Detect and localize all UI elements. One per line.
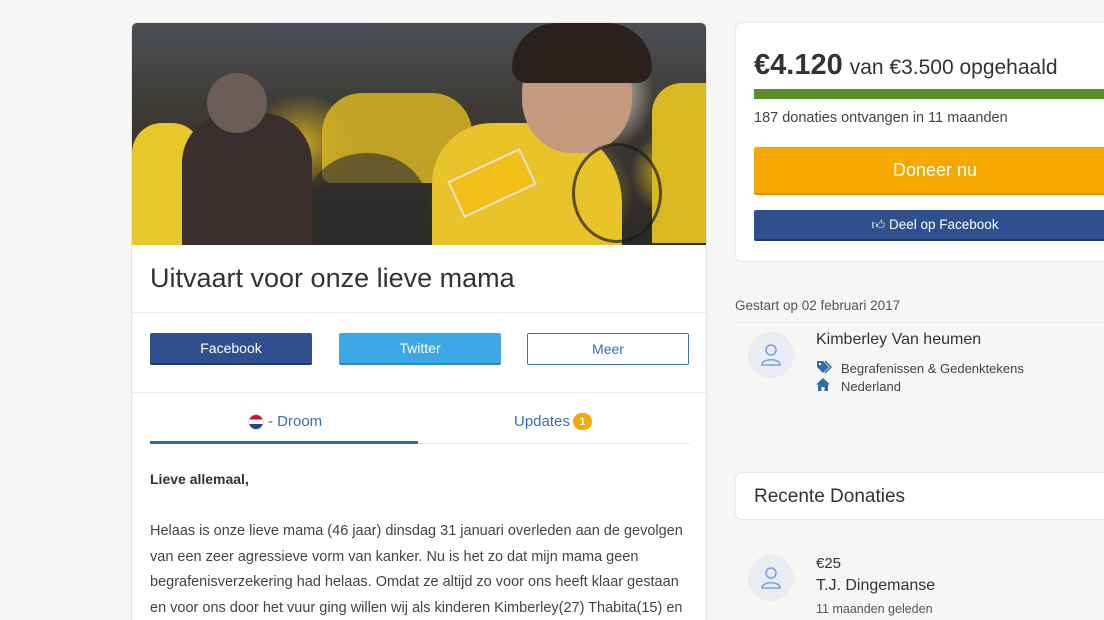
share-twitter-button[interactable]: Twitter: [339, 333, 501, 365]
story-body: Helaas is onze lieve mama (46 jaar) dins…: [150, 523, 683, 616]
category-label: Begrafenissen & Gedenktekens: [841, 361, 1024, 376]
donor-avatar: [748, 555, 794, 601]
campaign-photo: [132, 23, 706, 245]
divider: [132, 392, 706, 393]
tab-updates-label: Updates: [514, 413, 570, 430]
share-facebook-button[interactable]: Facebook: [150, 333, 312, 365]
donation-count: 187 donaties ontvangen in 11 maanden: [754, 110, 1008, 126]
facebook-share-button[interactable]: 👍︎ Deel op Facebook: [754, 210, 1104, 241]
user-icon: [761, 344, 781, 366]
recent-donations-card: Recente Donaties: [735, 472, 1104, 520]
story-heading: Lieve allemaal,: [150, 471, 249, 487]
raised-goal: van €3.500 opgehaald: [849, 56, 1058, 79]
user-icon: [761, 567, 781, 589]
campaign-title: Uitvaart voor onze lieve mama: [150, 263, 515, 293]
donate-button[interactable]: Doneer nu: [754, 147, 1104, 195]
divider: [132, 312, 706, 313]
thumbs-up-icon: 👍︎: [871, 216, 885, 232]
divider: [735, 322, 1104, 323]
organizer-category[interactable]: Begrafenissen & Gedenktekens: [816, 360, 1024, 377]
location-label: Nederland: [841, 378, 901, 394]
tab-story[interactable]: - Droom: [248, 413, 322, 430]
netherlands-flag-icon: [248, 413, 264, 430]
active-tab-indicator: [150, 441, 418, 444]
facebook-share-label: Deel op Facebook: [889, 217, 999, 232]
donation-amount: €25: [816, 555, 842, 572]
campaign-card: Uitvaart voor onze lieve mama Facebook T…: [131, 22, 707, 620]
organizer-avatar: [748, 332, 794, 378]
donor-name: T.J. Dingemanse: [816, 577, 936, 594]
tags-icon: [816, 360, 833, 377]
progress-fill: [754, 89, 1104, 99]
raised-summary: €4.120 van €3.500 opgehaald: [754, 49, 1058, 82]
donation-card: €4.120 van €3.500 opgehaald 187 donaties…: [735, 22, 1104, 262]
donation-time: 11 maanden geleden: [816, 602, 933, 616]
tab-updates[interactable]: Updates 1: [514, 413, 592, 430]
share-more-button[interactable]: Meer: [527, 333, 689, 365]
progress-bar: [754, 89, 1104, 99]
organizer-name[interactable]: Kimberley Van heumen: [816, 331, 981, 349]
started-date: Gestart op 02 februari 2017: [735, 298, 901, 313]
tab-story-label: - Droom: [268, 413, 323, 430]
raised-amount: €4.120: [754, 49, 843, 81]
updates-count-badge: 1: [572, 413, 592, 430]
home-icon: [816, 378, 832, 394]
organizer-location: Nederland: [816, 378, 901, 394]
recent-donations-title: Recente Donaties: [754, 486, 906, 507]
